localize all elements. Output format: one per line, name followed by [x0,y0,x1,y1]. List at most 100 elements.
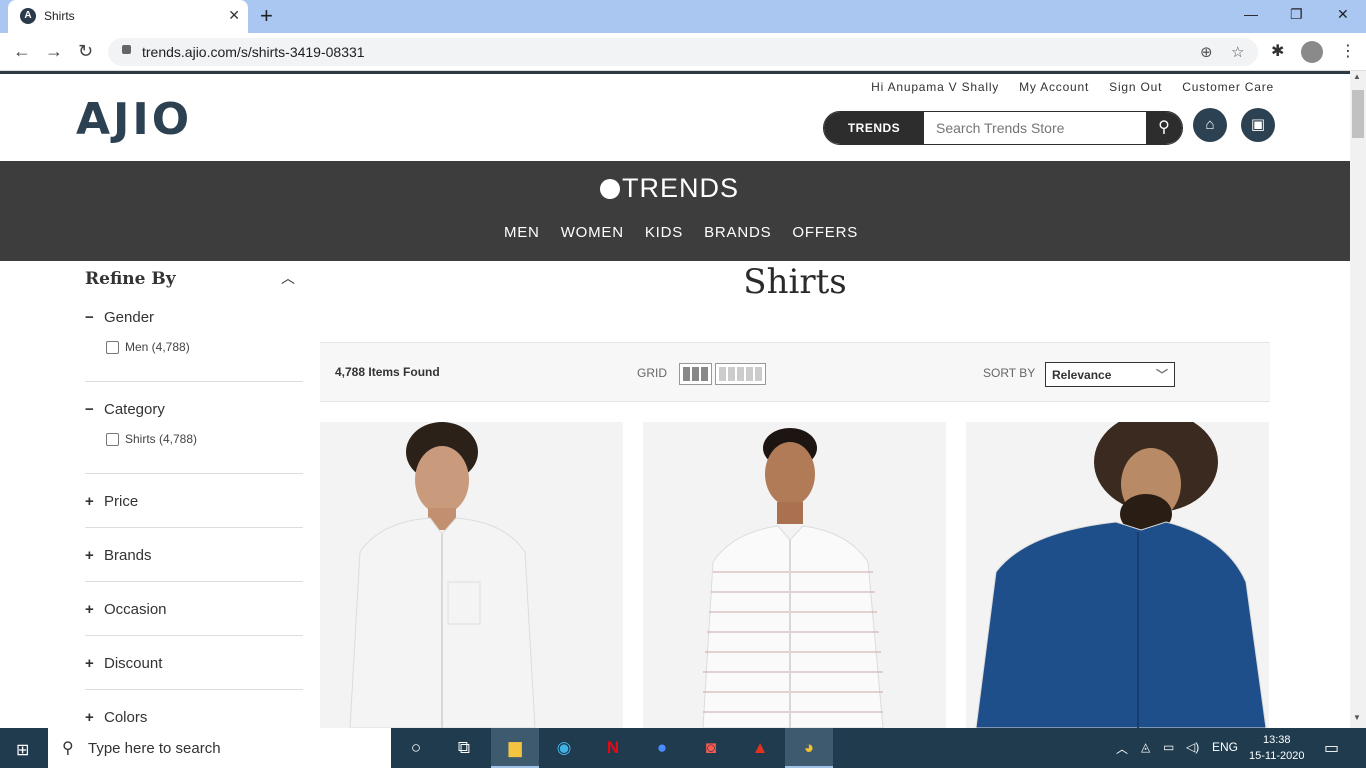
refine-by-title: Refine By [85,269,176,289]
divider [85,473,303,474]
product-card[interactable] [320,422,623,728]
file-explorer-icon[interactable]: ▆ [491,728,539,768]
chrome-icon[interactable]: ◕ [785,728,833,768]
facet-colors[interactable]: + Colors [85,709,303,726]
expand-icon: + [85,493,94,510]
trends-logo[interactable]: TRENDS [600,173,739,204]
scroll-down-icon[interactable]: ▼ [1353,713,1361,722]
chevron-up-icon[interactable]: ︿ [281,268,295,288]
chevron-up-icon[interactable]: ︿ [1116,740,1128,757]
cart-icon[interactable]: ▣ [1241,108,1275,142]
search-bar: TRENDS ⚲ [823,111,1183,145]
reload-icon[interactable]: ↻ [78,41,93,62]
page-title: Shirts [743,262,847,302]
extensions-icon[interactable]: ✱ [1271,41,1284,61]
notification-icon[interactable]: ▭ [1324,738,1339,758]
facet-header[interactable]: − Category [85,401,303,418]
ajio-logo[interactable]: AJIO [76,94,192,145]
items-found-count: 4,788 Items Found [335,365,440,379]
task-view-icon[interactable]: ⧉ [440,728,488,768]
windows-start-icon[interactable]: ⊞ [16,740,29,760]
product-card[interactable] [643,422,946,728]
collapse-icon: − [85,309,94,326]
volume-icon[interactable]: ◁) [1186,740,1199,754]
my-account-link[interactable]: My Account [1019,80,1089,94]
facet-option[interactable]: Men (4,788) [106,340,303,354]
page-scrollbar[interactable] [1350,71,1366,728]
sign-out-link[interactable]: Sign Out [1109,80,1162,94]
battery-icon[interactable]: ▭ [1163,740,1174,754]
nav-kids[interactable]: KIDS [645,224,683,241]
browser-tab[interactable]: A Shirts ✕ [8,0,248,33]
close-window-button[interactable]: ✕ [1337,6,1349,23]
search-icon[interactable]: ⚲ [1146,112,1182,144]
facet-label: Brands [104,547,152,564]
nav-offers[interactable]: OFFERS [792,224,858,241]
network-icon[interactable]: ◬ [1141,740,1150,754]
facet-price[interactable]: + Price [85,493,303,510]
expand-icon: + [85,547,94,564]
new-tab-button[interactable]: + [260,4,273,28]
language-indicator[interactable]: ENG [1212,740,1238,754]
acrobat-icon[interactable]: ▲ [736,728,784,768]
facet-category: − Category Shirts (4,788) [85,401,303,446]
clock-date: 15-11-2020 [1249,750,1305,762]
nav-women[interactable]: WOMEN [561,224,624,241]
taskbar-clock[interactable]: 13:38 15-11-2020 [1249,732,1304,764]
profile-avatar[interactable] [1301,41,1323,63]
facet-label: Colors [104,709,148,726]
minimize-button[interactable]: — [1244,6,1258,22]
divider [85,581,303,582]
scroll-thumb[interactable] [1352,90,1364,138]
add-icon[interactable]: ⊕ [1200,43,1213,61]
checkbox[interactable] [106,433,119,446]
taskbar-search-box[interactable]: ⚲ Type here to search [48,728,391,768]
grid-3-column-toggle[interactable] [679,363,712,385]
edge-icon[interactable]: ◉ [540,728,588,768]
facet-discount[interactable]: + Discount [85,655,303,672]
option-label: Shirts (4,788) [125,432,198,446]
ajio-favicon-icon: A [20,8,36,24]
bookmark-star-icon[interactable]: ☆ [1231,43,1244,61]
zoom-icon[interactable]: ● [638,728,686,768]
search-input[interactable] [924,112,1146,144]
netflix-icon[interactable]: N [589,728,637,768]
product-card[interactable] [966,422,1269,728]
account-links: Hi Anupama V Shally My Account Sign Out … [871,80,1274,94]
tab-title: Shirts [44,9,75,23]
divider [85,689,303,690]
facet-gender: − Gender Men (4,788) [85,309,303,354]
nav-men[interactable]: MEN [504,224,540,241]
account-icon[interactable]: ⌂ [1193,108,1227,142]
address-bar[interactable]: trends.ajio.com/s/shirts-3419-08331 ⊕ ☆ [108,38,1258,66]
url-text[interactable]: trends.ajio.com/s/shirts-3419-08331 [142,44,365,60]
cortana-icon[interactable]: ○ [392,728,440,768]
facet-brands[interactable]: + Brands [85,547,303,564]
forward-icon[interactable]: → [45,41,63,62]
maximize-button[interactable]: ❐ [1290,6,1303,23]
divider [85,527,303,528]
back-icon[interactable]: ← [13,41,31,62]
product-image [966,422,1269,728]
facet-option[interactable]: Shirts (4,788) [106,432,303,446]
site-header: AJIO Hi Anupama V Shally My Account Sign… [0,74,1350,161]
trends-logo-text: TRENDS [622,173,740,203]
sort-dropdown[interactable]: Relevance ﹀ [1045,362,1175,387]
clock-time: 13:38 [1262,734,1291,746]
collapse-icon: − [85,401,94,418]
tab-close-icon[interactable]: ✕ [228,7,240,24]
reliance-mark-icon [600,179,620,199]
facet-label: Gender [104,309,155,326]
app-icon[interactable]: ◙ [687,728,735,768]
scroll-up-icon[interactable]: ▲ [1353,72,1361,81]
grid-label: GRID [637,366,667,380]
nav-brands[interactable]: BRANDS [704,224,771,241]
facet-occasion[interactable]: + Occasion [85,601,303,618]
checkbox[interactable] [106,341,119,354]
browser-menu-icon[interactable]: ⋮ [1340,41,1356,61]
grid-5-column-toggle[interactable] [715,363,766,385]
facet-label: Category [104,401,165,418]
customer-care-link[interactable]: Customer Care [1182,80,1274,94]
facet-header[interactable]: − Gender [85,309,303,326]
product-image [320,422,623,728]
